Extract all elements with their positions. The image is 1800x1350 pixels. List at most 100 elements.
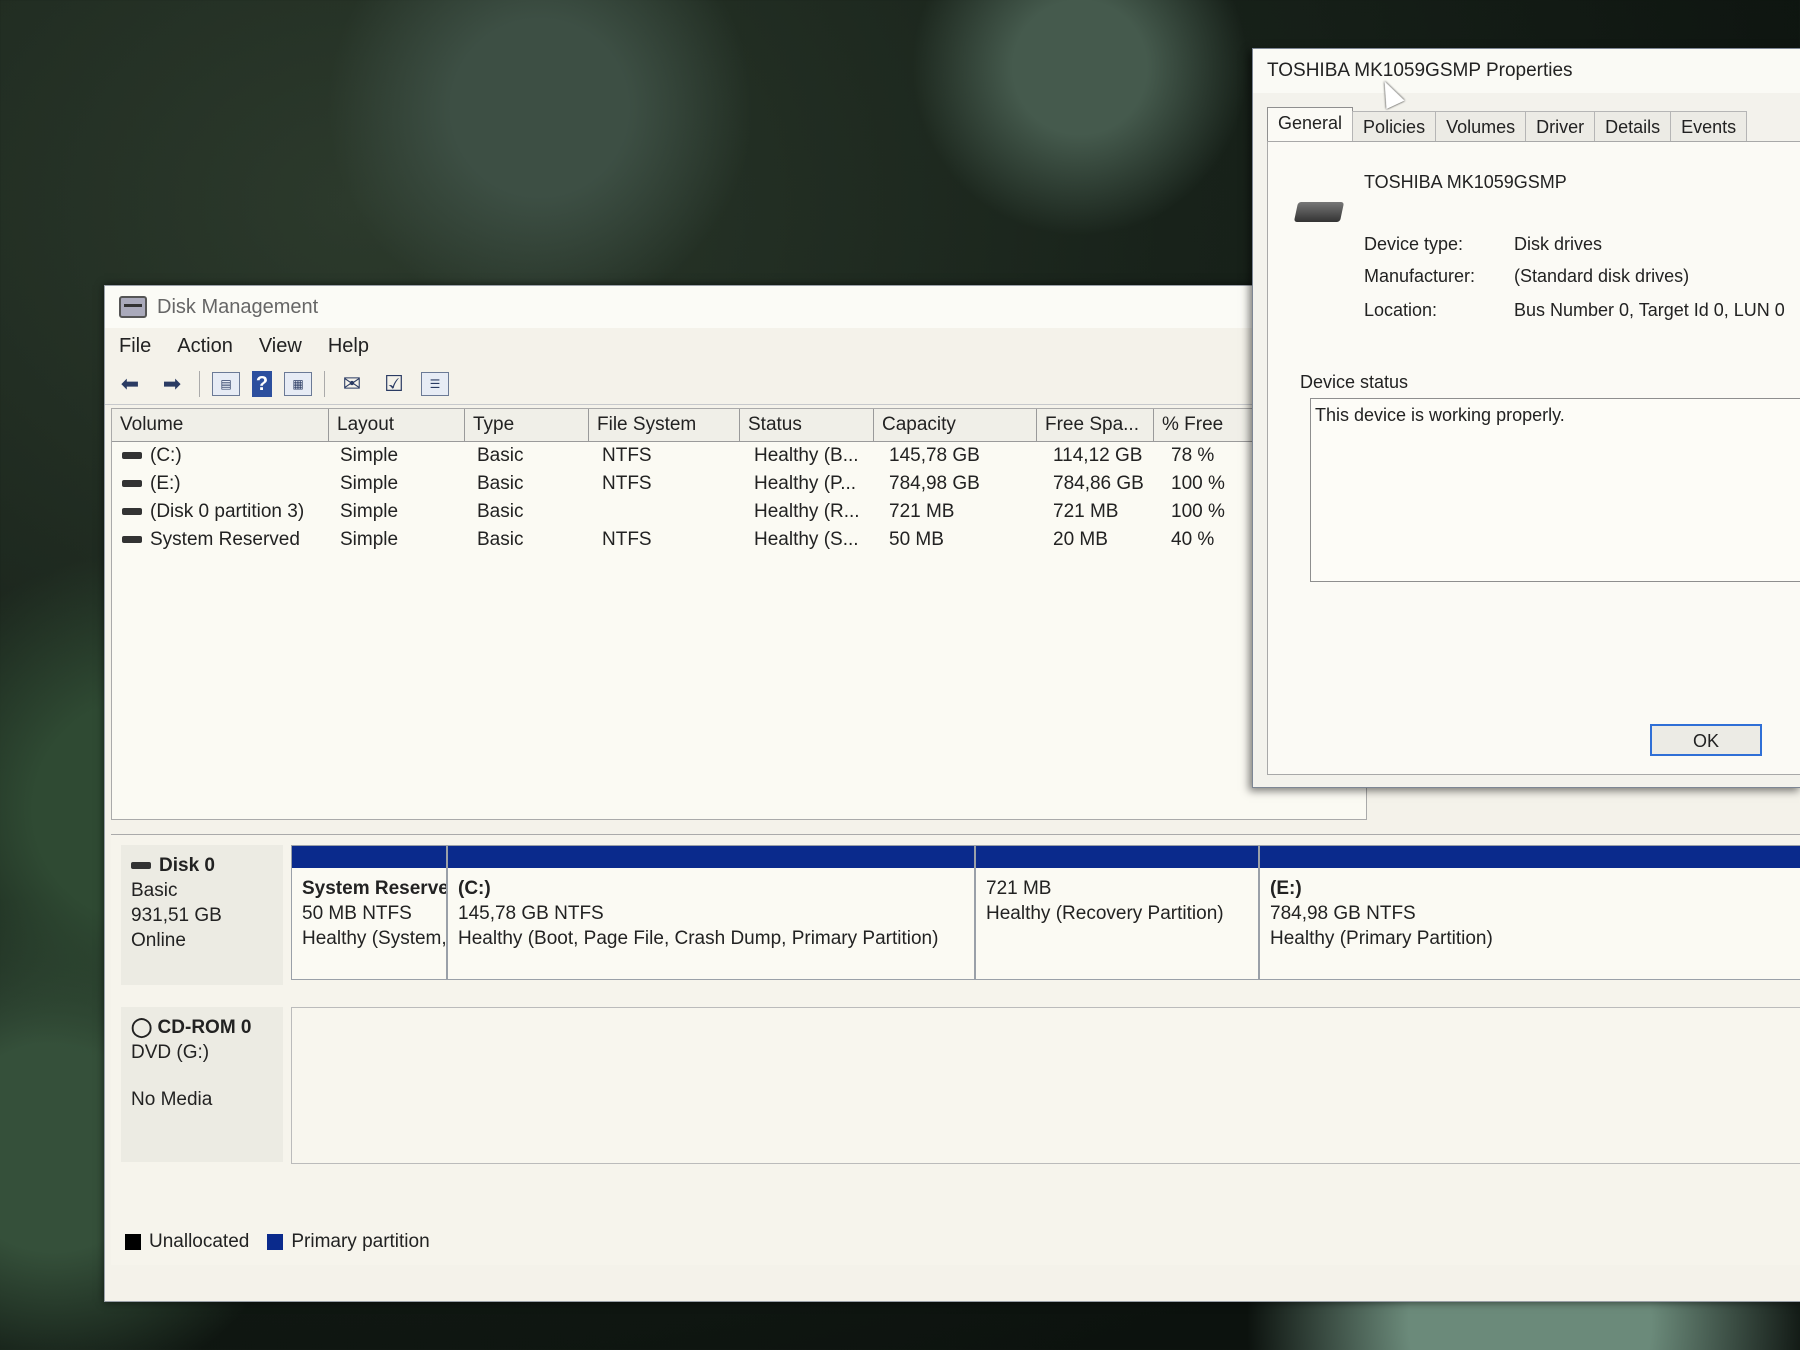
tab-policies[interactable]: Policies — [1352, 111, 1437, 142]
forward-arrow-icon[interactable]: ➡ — [157, 370, 187, 398]
partition-bar — [448, 846, 974, 868]
disk-state: Online — [131, 930, 186, 951]
partition-bar — [1260, 846, 1800, 868]
volume-free: 114,12 GB — [1053, 445, 1143, 466]
volume-capacity: 145,78 GB — [889, 445, 980, 466]
disk-type: Basic — [131, 880, 178, 901]
volume-free: 784,86 GB — [1053, 473, 1144, 494]
toolbar-separator — [199, 371, 200, 397]
ok-button[interactable]: OK — [1650, 724, 1762, 756]
menu-help[interactable]: Help — [328, 335, 369, 358]
partition-status: Healthy (Primary Partition) — [1270, 928, 1493, 949]
show-hide-console-tree-icon[interactable]: ▤ — [212, 372, 240, 396]
device-type-label: Device type: — [1364, 234, 1464, 254]
cdrom-icon: ◯ — [131, 1017, 158, 1038]
tab-details[interactable]: Details — [1594, 111, 1672, 142]
partition-name: System Reserve — [302, 878, 446, 899]
table-row[interactable]: (E:) Simple Basic NTFS Healthy (P... 784… — [112, 470, 1366, 498]
volume-status: Healthy (R... — [754, 501, 860, 522]
column-capacity[interactable]: Capacity — [874, 409, 1037, 441]
legend-unallocated: Unallocated — [149, 1231, 250, 1252]
partition-e[interactable]: (E:) 784,98 GB NTFS Healthy (Primary Par… — [1259, 845, 1800, 980]
partition-bar — [292, 846, 446, 868]
table-row[interactable]: (C:) Simple Basic NTFS Healthy (B... 145… — [112, 442, 1366, 470]
device-status-box[interactable]: This device is working properly. — [1310, 398, 1800, 582]
cdrom-0-label[interactable]: ◯ CD-ROM 0 DVD (G:) No Media — [121, 1007, 283, 1162]
volume-name: System Reserved — [150, 529, 300, 550]
partition-status: Healthy (Boot, Page File, Crash Dump, Pr… — [458, 928, 939, 949]
volume-type: Basic — [477, 501, 524, 522]
cdrom-empty-area[interactable] — [291, 1007, 1800, 1164]
location-row: Location: Bus Number 0, Target Id 0, LUN… — [1364, 300, 1785, 321]
disk-size: 931,51 GB — [131, 905, 222, 926]
back-arrow-icon[interactable]: ⬅ — [115, 370, 145, 398]
disk-name: Disk 0 — [159, 855, 215, 876]
column-file-system[interactable]: File System — [589, 409, 740, 441]
device-type-row: Device type: Disk drives — [1364, 234, 1602, 255]
table-row[interactable]: (Disk 0 partition 3) Simple Basic Health… — [112, 498, 1366, 526]
tab-driver[interactable]: Driver — [1525, 111, 1596, 142]
list-settings-icon[interactable]: ☰ — [421, 372, 449, 396]
manufacturer-value: (Standard disk drives) — [1514, 266, 1690, 286]
volume-type: Basic — [477, 473, 524, 494]
disk-graphical-view: Disk 0 Basic 931,51 GB Online System Res… — [111, 834, 1800, 1265]
volume-layout: Simple — [340, 473, 399, 494]
partition-c[interactable]: (C:) 145,78 GB NTFS Healthy (Boot, Page … — [447, 845, 975, 980]
properties-dialog: TOSHIBA MK1059GSMP Properties General Po… — [1252, 48, 1800, 788]
help-icon[interactable]: ? — [252, 371, 272, 397]
legend-unallocated-swatch — [125, 1234, 141, 1250]
table-row[interactable]: System Reserved Simple Basic NTFS Health… — [112, 526, 1366, 554]
legend-primary-swatch — [267, 1234, 284, 1250]
partition-recovery[interactable]: 721 MB Healthy (Recovery Partition) — [975, 845, 1259, 980]
dialog-title[interactable]: TOSHIBA MK1059GSMP Properties — [1253, 49, 1800, 93]
volume-fs: NTFS — [602, 529, 652, 550]
tab-events[interactable]: Events — [1670, 111, 1748, 142]
manufacturer-row: Manufacturer: (Standard disk drives) — [1364, 266, 1689, 287]
drive-icon — [122, 536, 142, 544]
partition-system-reserved[interactable]: System Reserve 50 MB NTFS Healthy (Syste… — [291, 845, 447, 980]
column-free-space[interactable]: Free Spa... — [1037, 409, 1154, 441]
checklist-icon[interactable]: ☑ — [379, 370, 409, 398]
volume-capacity: 784,98 GB — [889, 473, 980, 494]
partition-name: (E:) — [1270, 878, 1302, 899]
column-layout[interactable]: Layout — [329, 409, 465, 441]
partition-size: 50 MB NTFS — [302, 903, 412, 924]
volume-list-header: Volume Layout Type File System Status Ca… — [112, 409, 1366, 442]
location-label: Location: — [1364, 300, 1438, 320]
tab-general[interactable]: General — [1267, 107, 1354, 142]
properties-pane-icon[interactable]: ▦ — [284, 372, 312, 396]
column-type[interactable]: Type — [465, 409, 589, 441]
menu-file[interactable]: File — [119, 335, 151, 358]
legend-primary: Primary partition — [291, 1231, 430, 1252]
volume-free: 20 MB — [1053, 529, 1108, 550]
cdrom-media: No Media — [131, 1089, 213, 1110]
partition-status: Healthy (System, — [302, 928, 446, 949]
menu-view[interactable]: View — [259, 335, 302, 358]
drive-icon — [122, 508, 142, 516]
window-title: Disk Management — [157, 295, 319, 318]
volume-name: (E:) — [150, 473, 181, 494]
volume-name: (Disk 0 partition 3) — [150, 501, 305, 522]
menu-action[interactable]: Action — [177, 335, 233, 358]
volume-fs: NTFS — [602, 473, 652, 494]
partition-size: 721 MB — [986, 878, 1052, 899]
connect-icon[interactable]: ✉ — [337, 370, 367, 398]
drive-icon — [122, 480, 142, 488]
volume-layout: Simple — [340, 445, 399, 466]
volume-fs — [592, 498, 744, 526]
volume-status: Healthy (B... — [754, 445, 859, 466]
partition-name: (C:) — [458, 878, 491, 899]
column-status[interactable]: Status — [740, 409, 874, 441]
manufacturer-label: Manufacturer: — [1364, 266, 1476, 286]
disk-0-label[interactable]: Disk 0 Basic 931,51 GB Online — [121, 845, 283, 985]
volume-capacity: 721 MB — [889, 501, 955, 522]
column-volume[interactable]: Volume — [112, 409, 329, 441]
tab-volumes[interactable]: Volumes — [1435, 111, 1527, 142]
disk-management-icon — [119, 296, 147, 318]
partition-status: Healthy (Recovery Partition) — [986, 903, 1224, 924]
partition-bar — [976, 846, 1258, 868]
toolbar-separator — [324, 371, 325, 397]
volume-free: 721 MB — [1053, 501, 1119, 522]
legend: Unallocated Primary partition — [125, 1231, 430, 1253]
disk-0-row: Disk 0 Basic 931,51 GB Online System Res… — [111, 845, 1800, 995]
